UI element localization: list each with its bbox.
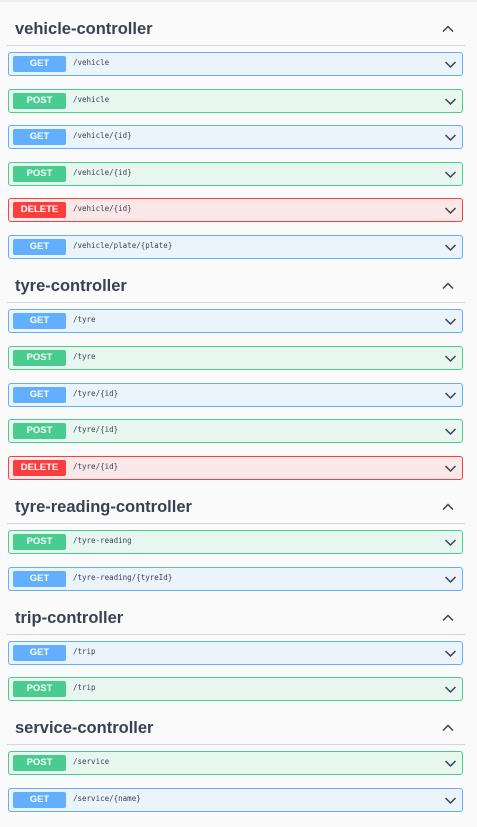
operation-path: /tyre bbox=[73, 315, 96, 324]
operation-get-trip[interactable]: GET /trip bbox=[8, 641, 463, 665]
method-badge: POST bbox=[13, 534, 66, 550]
chevron-down-icon[interactable] bbox=[444, 462, 457, 475]
operation-path: /trip bbox=[73, 647, 96, 656]
method-badge: POST bbox=[13, 350, 66, 366]
operation-path: /vehicle/plate/{plate} bbox=[73, 241, 173, 250]
section-vehicle-controller: vehicle-controller bbox=[0, 14, 477, 46]
operation-path: /vehicle/{id} bbox=[73, 131, 132, 140]
operation-get-service-name[interactable]: GET /service/{name} bbox=[8, 788, 463, 812]
section-header[interactable]: tyre-reading-controller bbox=[7, 492, 465, 524]
operation-get-tyre-id[interactable]: GET /tyre/{id} bbox=[8, 383, 463, 407]
operation-path: /service/{name} bbox=[73, 794, 141, 803]
chevron-up-icon[interactable] bbox=[441, 279, 455, 293]
method-badge: POST bbox=[13, 681, 66, 697]
operation-post-tyre-id[interactable]: POST /tyre/{id} bbox=[8, 419, 463, 443]
operation-path: /trip bbox=[73, 683, 96, 692]
operation-post-service[interactable]: POST /service bbox=[8, 751, 463, 775]
operation-get-tyre[interactable]: GET /tyre bbox=[8, 309, 463, 333]
operation-delete-tyre-id[interactable]: DELETE /tyre/{id} bbox=[8, 456, 463, 480]
section-service-controller: service-controller bbox=[0, 713, 477, 745]
section-header[interactable]: trip-controller bbox=[7, 603, 465, 635]
section-title: tyre-reading-controller bbox=[15, 498, 192, 516]
method-badge: POST bbox=[13, 423, 66, 439]
section-header[interactable]: vehicle-controller bbox=[7, 14, 465, 46]
operation-path: /service bbox=[73, 757, 110, 766]
operation-path: /tyre/{id} bbox=[73, 462, 119, 471]
chevron-down-icon[interactable] bbox=[444, 647, 457, 660]
chevron-down-icon[interactable] bbox=[444, 683, 457, 696]
chevron-down-icon[interactable] bbox=[444, 58, 457, 71]
operation-post-tyre-reading[interactable]: POST /tyre-reading bbox=[8, 530, 463, 554]
chevron-down-icon[interactable] bbox=[444, 241, 457, 254]
operation-path: /tyre-reading bbox=[73, 536, 132, 545]
method-badge: DELETE bbox=[13, 202, 66, 218]
method-badge: GET bbox=[13, 56, 66, 72]
section-trip-controller: trip-controller bbox=[0, 603, 477, 635]
chevron-down-icon[interactable] bbox=[444, 168, 457, 181]
operation-path: /vehicle bbox=[73, 58, 110, 67]
operation-get-tyre-reading-tyreid[interactable]: GET /tyre-reading/{tyreId} bbox=[8, 567, 463, 591]
chevron-down-icon[interactable] bbox=[444, 95, 457, 108]
section-header[interactable]: tyre-controller bbox=[7, 271, 465, 303]
method-badge: GET bbox=[13, 387, 66, 403]
section-title: trip-controller bbox=[15, 609, 124, 627]
section-title: service-controller bbox=[15, 719, 154, 737]
method-badge: GET bbox=[13, 313, 66, 329]
section-title: vehicle-controller bbox=[15, 20, 153, 38]
operation-post-tyre[interactable]: POST /tyre bbox=[8, 346, 463, 370]
operation-delete-vehicle-id[interactable]: DELETE /vehicle/{id} bbox=[8, 198, 463, 222]
chevron-down-icon[interactable] bbox=[444, 757, 457, 770]
method-badge: GET bbox=[13, 645, 66, 661]
chevron-down-icon[interactable] bbox=[444, 204, 457, 217]
chevron-down-icon[interactable] bbox=[444, 425, 457, 438]
section-tyre-controller: tyre-controller bbox=[0, 271, 477, 303]
operation-path: /tyre/{id} bbox=[73, 425, 119, 434]
chevron-up-icon[interactable] bbox=[441, 721, 455, 735]
method-badge: GET bbox=[13, 571, 66, 587]
operation-post-vehicle[interactable]: POST /vehicle bbox=[8, 89, 463, 113]
operation-path: /tyre/{id} bbox=[73, 389, 119, 398]
chevron-down-icon[interactable] bbox=[444, 131, 457, 144]
method-badge: POST bbox=[13, 166, 66, 182]
operation-path: /tyre bbox=[73, 352, 96, 361]
section-header[interactable]: service-controller bbox=[7, 713, 465, 745]
method-badge: GET bbox=[13, 792, 66, 808]
operation-path: /vehicle bbox=[73, 95, 110, 104]
operation-get-vehicle-id[interactable]: GET /vehicle/{id} bbox=[8, 125, 463, 149]
chevron-down-icon[interactable] bbox=[444, 536, 457, 549]
operation-path: /vehicle/{id} bbox=[73, 204, 132, 213]
method-badge: GET bbox=[13, 239, 66, 255]
operation-get-vehicle-plate[interactable]: GET /vehicle/plate/{plate} bbox=[8, 235, 463, 259]
chevron-down-icon[interactable] bbox=[444, 573, 457, 586]
method-badge: POST bbox=[13, 755, 66, 771]
operation-path: /vehicle/{id} bbox=[73, 168, 132, 177]
section-title: tyre-controller bbox=[15, 277, 127, 295]
chevron-down-icon[interactable] bbox=[444, 352, 457, 365]
operation-post-vehicle-id[interactable]: POST /vehicle/{id} bbox=[8, 162, 463, 186]
chevron-up-icon[interactable] bbox=[441, 22, 455, 36]
chevron-up-icon[interactable] bbox=[441, 611, 455, 625]
section-tyre-reading-controller: tyre-reading-controller bbox=[0, 492, 477, 524]
operation-path: /tyre-reading/{tyreId} bbox=[73, 573, 173, 582]
chevron-up-icon[interactable] bbox=[441, 500, 455, 514]
method-badge: GET bbox=[13, 129, 66, 145]
chevron-down-icon[interactable] bbox=[444, 315, 457, 328]
top-divider bbox=[0, 0, 477, 2]
method-badge: DELETE bbox=[13, 460, 66, 476]
chevron-down-icon[interactable] bbox=[444, 389, 457, 402]
operation-get-vehicle[interactable]: GET /vehicle bbox=[8, 52, 463, 76]
method-badge: POST bbox=[13, 93, 66, 109]
chevron-down-icon[interactable] bbox=[444, 794, 457, 807]
operation-post-trip[interactable]: POST /trip bbox=[8, 677, 463, 701]
